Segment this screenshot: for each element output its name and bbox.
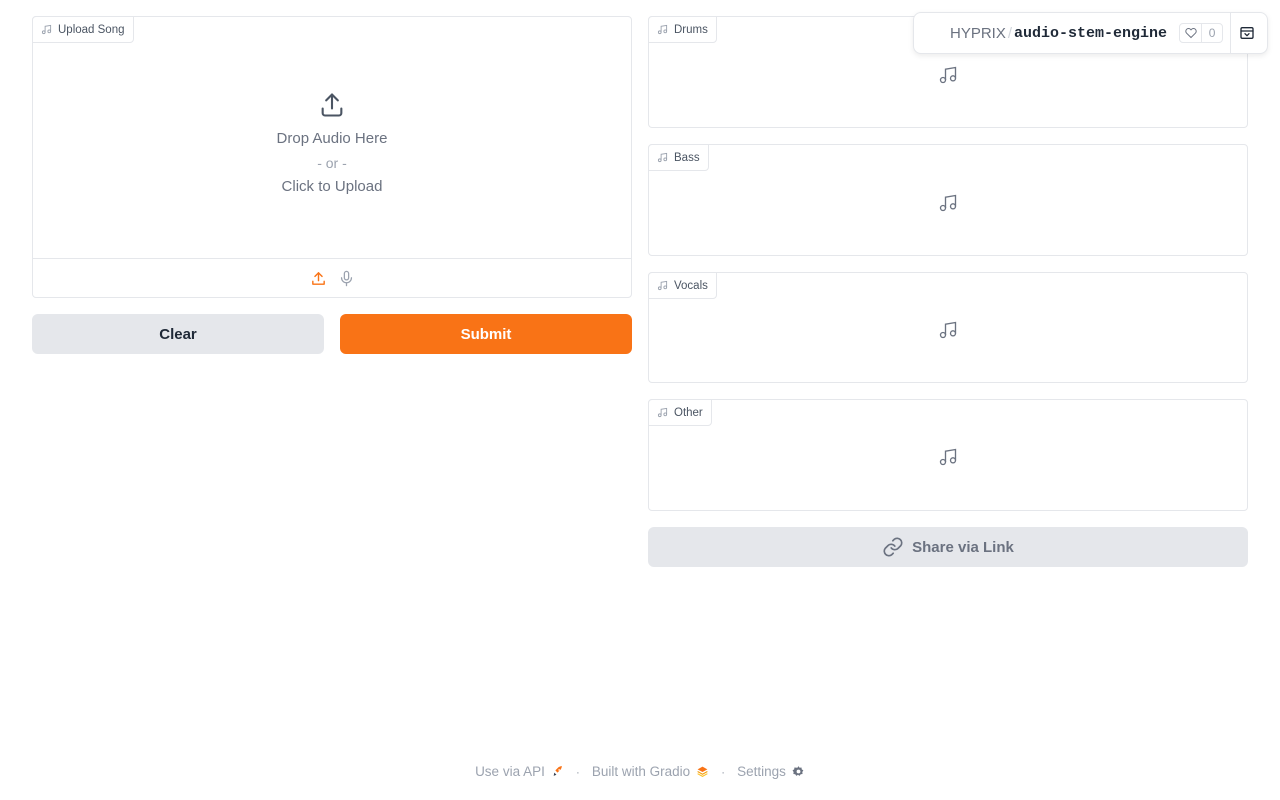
music-note-icon — [939, 66, 957, 84]
share-via-link-button[interactable]: Share via Link — [648, 527, 1248, 567]
audio-drop-zone[interactable]: Drop Audio Here - or - Click to Upload — [33, 17, 631, 258]
music-note-icon — [657, 407, 668, 418]
path-separator: / — [1007, 24, 1013, 42]
music-note-icon — [657, 152, 668, 163]
like-count: 0 — [1208, 26, 1216, 40]
rocket-icon — [553, 766, 562, 776]
built-with-gradio-text: Built with Gradio — [591, 764, 691, 779]
microphone-source-button[interactable] — [337, 270, 355, 288]
other-label-text: Other — [674, 406, 703, 419]
microphone-icon — [340, 270, 352, 287]
gear-icon — [792, 766, 804, 776]
use-via-api-text: Use via API — [475, 764, 545, 779]
upload-source-button[interactable] — [309, 270, 327, 288]
settings-text: Settings — [737, 764, 786, 779]
space-owner-link[interactable]: HYPRIX — [950, 25, 1006, 42]
like-button[interactable]: 0 — [1179, 23, 1224, 43]
badge-divider — [1230, 13, 1231, 53]
link-icon — [883, 537, 903, 557]
click-to-upload-text: Click to Upload — [281, 178, 383, 195]
settings-link[interactable]: Settings — [737, 764, 805, 779]
built-with-gradio-link[interactable]: Built with Gradio — [592, 764, 709, 779]
vocals-audio-panel: Vocals — [648, 272, 1248, 383]
other-audio-panel: Other — [648, 399, 1248, 511]
footer: Use via API · Built with Gradio · Settin… — [0, 764, 1280, 779]
music-note-icon — [657, 24, 668, 35]
other-label: Other — [648, 399, 712, 426]
vocals-label-text: Vocals — [674, 279, 708, 292]
space-repo-link[interactable]: audio-stem-engine — [1014, 25, 1167, 42]
submit-button[interactable]: Submit — [340, 314, 632, 354]
bass-label: Bass — [648, 144, 709, 171]
drop-audio-text: Drop Audio Here — [276, 130, 388, 147]
upload-icon — [311, 272, 325, 285]
music-note-icon — [657, 280, 668, 291]
bass-label-text: Bass — [674, 151, 700, 164]
footer-separator: · — [721, 764, 726, 779]
bass-audio-panel: Bass — [648, 144, 1248, 256]
share-via-link-label: Share via Link — [912, 538, 1014, 556]
drums-label-text: Drums — [674, 23, 708, 36]
space-header-badge: HYPRIX / audio-stem-engine 0 — [913, 12, 1268, 54]
music-note-icon — [939, 321, 957, 339]
clear-button[interactable]: Clear — [32, 314, 324, 354]
vocals-label: Vocals — [648, 272, 717, 299]
drums-label: Drums — [648, 16, 717, 43]
gradio-logo-icon — [697, 766, 708, 777]
music-note-icon — [939, 194, 957, 212]
use-via-api-link[interactable]: Use via API — [475, 764, 564, 779]
upload-icon — [321, 93, 343, 117]
or-text: - or - — [317, 155, 347, 171]
heart-icon — [1180, 24, 1203, 42]
upload-song-panel: Upload Song Drop Audio Here - or - Click… — [32, 16, 632, 298]
music-note-icon — [939, 448, 957, 466]
collapse-header-icon[interactable] — [1239, 25, 1255, 41]
audio-source-bar — [33, 258, 631, 298]
footer-separator: · — [575, 764, 580, 779]
